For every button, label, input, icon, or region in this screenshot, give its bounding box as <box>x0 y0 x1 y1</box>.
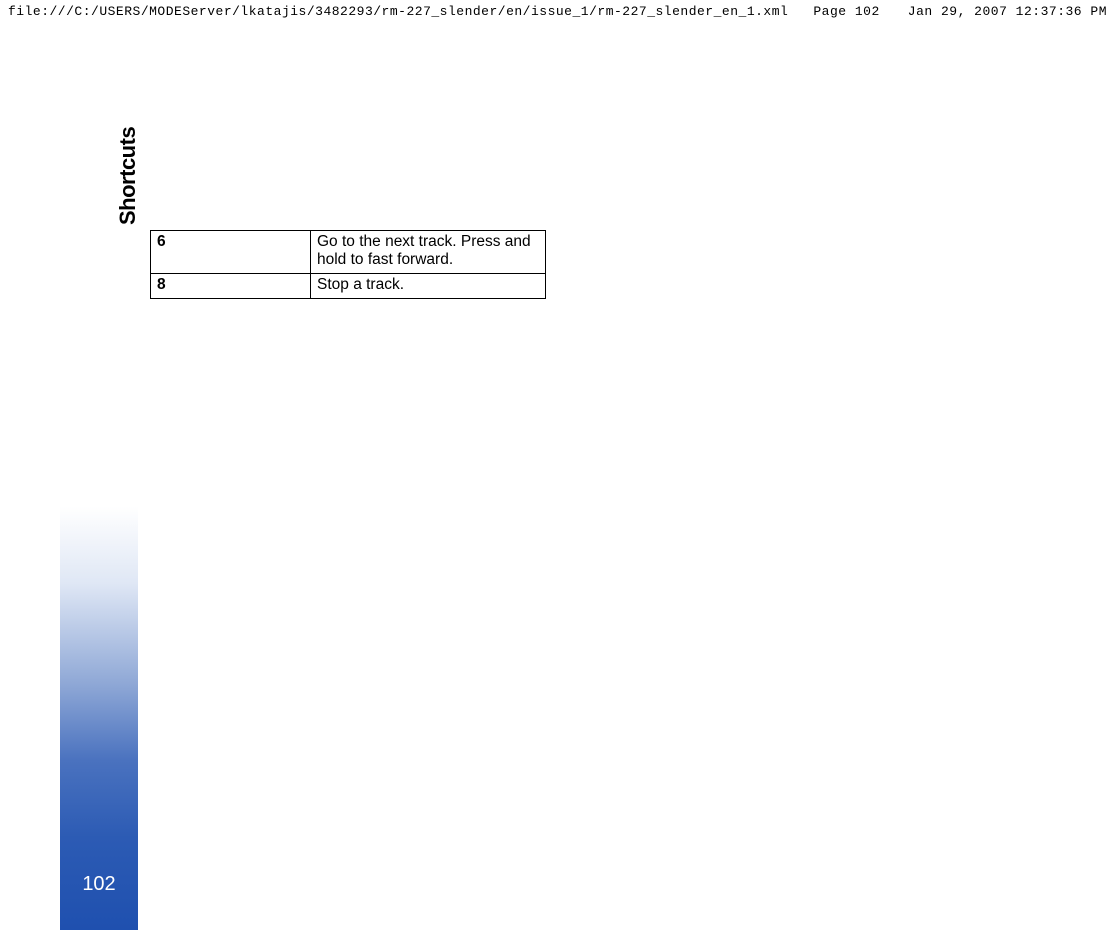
shortcut-desc: Stop a track. <box>311 274 546 299</box>
page-number: 102 <box>60 873 138 896</box>
sidebar-section-label: Shortcuts <box>115 127 141 225</box>
header-path: file:///C:/USERS/MODEServer/lkatajis/348… <box>8 4 788 19</box>
page-body: 102 Shortcuts 6 Go to the next track. Pr… <box>60 160 540 930</box>
table-row: 8 Stop a track. <box>151 274 546 299</box>
shortcut-desc: Go to the next track. Press and hold to … <box>311 231 546 274</box>
shortcut-key: 8 <box>151 274 311 299</box>
shortcuts-table: 6 Go to the next track. Press and hold t… <box>150 230 546 299</box>
header-timestamp: Jan 29, 2007 12:37:36 PM <box>908 4 1107 19</box>
content-area: 6 Go to the next track. Press and hold t… <box>150 230 540 299</box>
print-header: file:///C:/USERS/MODEServer/lkatajis/348… <box>0 4 1115 19</box>
sidebar-gradient: 102 <box>60 160 138 930</box>
header-page-label: Page 102 <box>813 4 879 19</box>
table-row: 6 Go to the next track. Press and hold t… <box>151 231 546 274</box>
shortcut-key: 6 <box>151 231 311 274</box>
